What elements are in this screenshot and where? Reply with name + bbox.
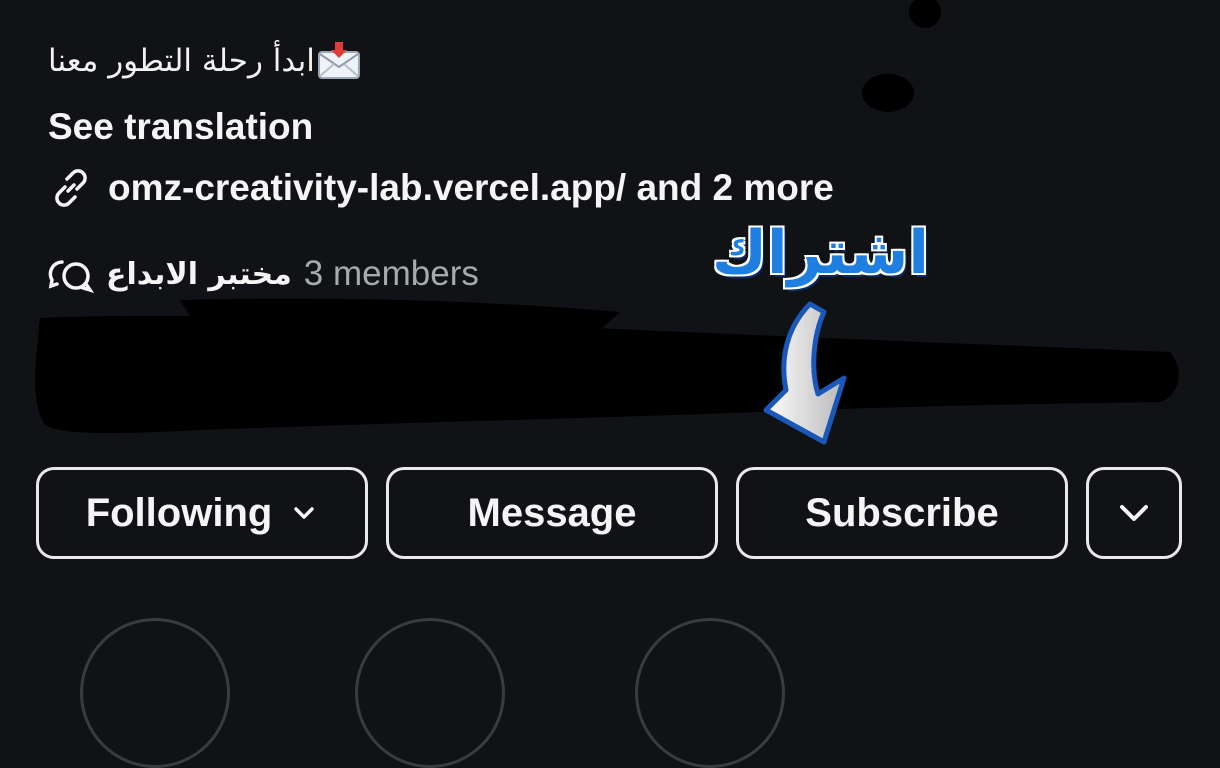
chevron-down-icon: [1120, 505, 1148, 521]
see-translation-link[interactable]: See translation: [48, 106, 313, 148]
subscribe-label: Subscribe: [805, 490, 999, 535]
following-button[interactable]: Following: [36, 467, 368, 559]
chevron-down-icon: [294, 507, 315, 519]
channel-icon: [48, 260, 95, 293]
highlight-circle[interactable]: [80, 618, 230, 768]
highlight-circle[interactable]: [635, 618, 785, 768]
channel-members: 3 members: [303, 254, 479, 293]
annotation-label: اشتراك: [712, 218, 929, 288]
profile-link[interactable]: omz-creativity-lab.vercel.app/ and 2 mor…: [48, 164, 834, 212]
bio-line: ابدأ رحلة التطور معنا: [48, 36, 361, 86]
message-button[interactable]: Message: [386, 467, 718, 559]
highlight-circle[interactable]: [355, 618, 505, 768]
profile-link-text: omz-creativity-lab.vercel.app/ and 2 mor…: [108, 167, 834, 208]
incoming-envelope-icon: [317, 42, 360, 79]
subscribe-button[interactable]: Subscribe: [736, 467, 1068, 559]
following-label: Following: [85, 490, 273, 535]
channel-name: مختبر الابداع: [106, 256, 292, 292]
channel-row[interactable]: مختبر الابداع 3 members: [48, 250, 479, 298]
bio-text: ابدأ رحلة التطور معنا: [48, 43, 315, 79]
link-icon: [55, 169, 87, 207]
message-label: Message: [467, 490, 637, 535]
annotation-arrow: [763, 301, 847, 445]
more-options-button[interactable]: [1086, 467, 1182, 559]
